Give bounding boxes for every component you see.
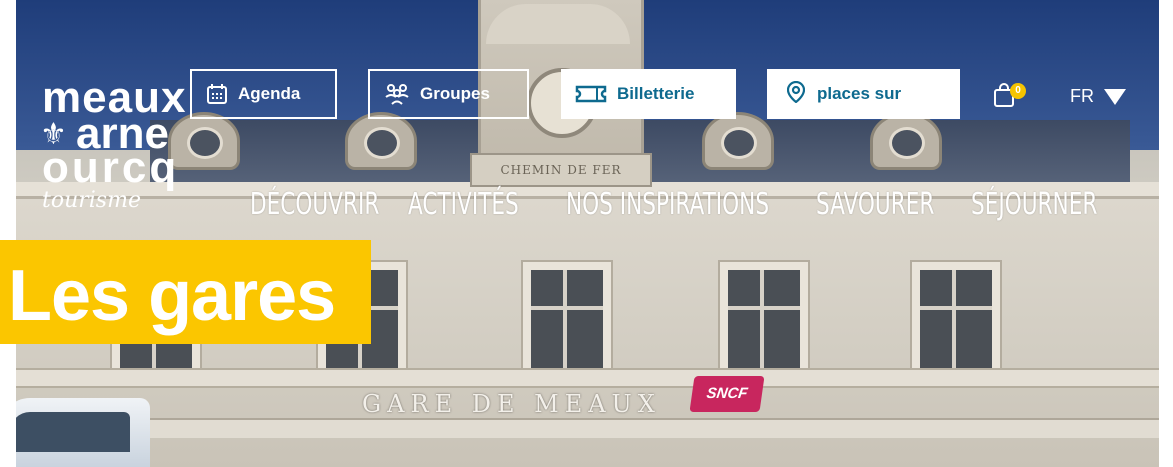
main-nav: DÉCOUVRIR ACTIVITÉS NOS INSPIRATIONS SAV… (250, 180, 1121, 230)
station-sign: GARE DE MEAUX (362, 390, 661, 418)
nav-item-decouvrir[interactable]: DÉCOUVRIR (250, 180, 379, 230)
groupes-label: Groupes (420, 84, 490, 103)
location-pin-icon (786, 80, 806, 108)
agenda-button[interactable]: Agenda (190, 69, 337, 119)
calendar-icon (206, 83, 228, 105)
location-search[interactable] (767, 69, 960, 119)
dormer-window (345, 112, 417, 170)
billetterie-button[interactable]: Billetterie (561, 69, 736, 119)
logo-line-3: ourcq (42, 143, 180, 192)
groupes-button[interactable]: Groupes (368, 69, 529, 119)
sncf-logo: SNCF (689, 376, 765, 412)
site-logo[interactable]: meaux ⚜ arne ourcq tourisme (40, 76, 190, 228)
dormer-window (870, 112, 942, 170)
sncf-logo-text: SNCF (705, 385, 749, 402)
page-title: Les gares (8, 256, 336, 336)
ticket-icon (575, 84, 607, 104)
cart-count-badge: 0 (1010, 83, 1026, 99)
nav-item-activites[interactable]: ACTIVITÉS (408, 180, 522, 230)
train (0, 398, 150, 467)
language-label: FR (1070, 86, 1094, 106)
search-input[interactable] (815, 83, 949, 105)
right-edge (1159, 0, 1173, 467)
nav-item-sejourner[interactable]: SÉJOURNER (971, 180, 1097, 230)
agenda-label: Agenda (238, 84, 301, 103)
caret-down-icon (1104, 88, 1126, 105)
dormer-window (702, 112, 774, 170)
nav-item-savourer[interactable]: SAVOURER (816, 180, 934, 230)
language-selector[interactable]: FR (1070, 86, 1126, 107)
shopping-bag-icon (992, 83, 1016, 112)
billetterie-label: Billetterie (617, 84, 695, 103)
group-icon (384, 83, 410, 105)
nav-item-nos-inspirations[interactable]: NOS INSPIRATIONS (566, 180, 769, 230)
logo-line-4: tourisme (42, 188, 141, 213)
facade-band (0, 418, 1160, 438)
facade-band (0, 368, 1160, 388)
tower-top (486, 4, 630, 44)
left-edge (0, 0, 16, 467)
